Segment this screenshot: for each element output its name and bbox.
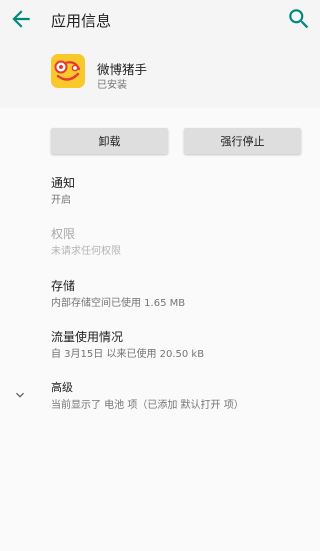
search-icon: [289, 9, 309, 29]
permissions-title: 权限: [51, 227, 76, 241]
app-header: 微博猪手 已安装: [0, 38, 320, 108]
advanced-title: 高级: [51, 381, 73, 394]
force-stop-button[interactable]: 强行停止: [184, 128, 301, 154]
notifications-title: 通知: [51, 176, 76, 190]
app-icon: [51, 54, 85, 88]
back-button[interactable]: [8, 6, 34, 32]
permissions-summary: 未请求任何权限: [51, 246, 121, 257]
search-button[interactable]: [286, 6, 312, 32]
app-bar: 应用信息: [0, 0, 320, 38]
notifications-summary: 开启: [51, 195, 71, 206]
chevron-down-icon: [16, 392, 24, 398]
notifications-row[interactable]: 通知 开启: [0, 174, 320, 218]
advanced-row[interactable]: 高级 当前显示了 电池 项（已添加 默认打开 项）: [0, 379, 320, 423]
app-info-screen: 应用信息 微博猪手 已安装 卸载 强行停止 通知 开启 权限 未请求任何权限 存…: [0, 0, 320, 551]
weibo-pig-app-icon: [51, 54, 85, 88]
app-install-status: 已安装: [97, 80, 127, 91]
page-title: 应用信息: [51, 12, 112, 30]
storage-summary: 内部存储空间已使用 1.65 MB: [51, 298, 186, 309]
advanced-summary: 当前显示了 电池 项（已添加 默认打开 项）: [51, 400, 244, 411]
data-usage-row[interactable]: 流量使用情况 自 3月15日 以来已使用 20.50 kB: [0, 328, 320, 372]
uninstall-button[interactable]: 卸载: [51, 128, 168, 154]
storage-title: 存储: [51, 279, 76, 293]
permissions-row: 权限 未请求任何权限: [0, 225, 320, 269]
storage-row[interactable]: 存储 内部存储空间已使用 1.65 MB: [0, 277, 320, 321]
arrow-back-icon: [12, 10, 30, 28]
data-usage-summary: 自 3月15日 以来已使用 20.50 kB: [51, 349, 205, 360]
data-usage-title: 流量使用情况: [51, 330, 124, 344]
